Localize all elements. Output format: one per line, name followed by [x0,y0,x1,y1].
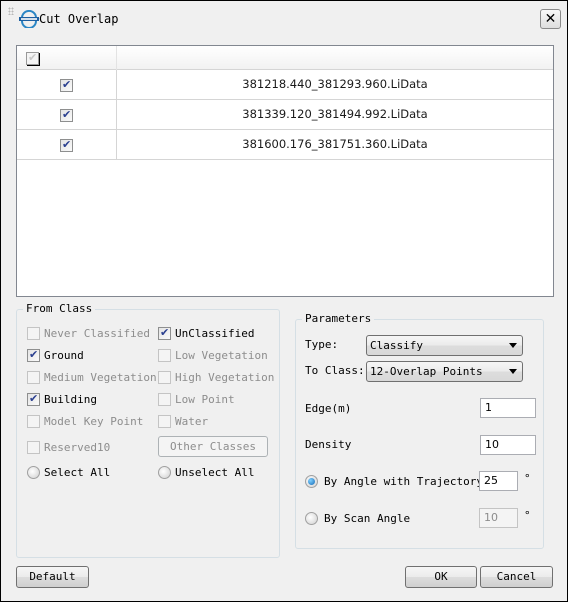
file-checkbox[interactable] [60,78,73,92]
high-vegetation-checkbox[interactable] [158,371,171,384]
water-label: Water [175,415,209,428]
file-name: 381600.176_381751.360.LiData [242,137,428,151]
degree-symbol: ° [524,472,531,485]
dropdown-arrow-icon [509,369,517,374]
file-checkbox[interactable] [60,108,73,122]
drag-grip-icon[interactable] [8,7,14,15]
building-checkbox[interactable] [27,392,40,406]
water-checkbox[interactable] [158,415,171,428]
cancel-button[interactable]: Cancel [480,566,553,588]
to-class-value: 12-Overlap Points [370,365,483,378]
parameters-title: Parameters [302,312,375,325]
file-name: 381339.120_381494.992.LiData [242,107,428,121]
unselect-all-radio[interactable] [158,466,171,479]
reserved10-checkbox[interactable] [27,441,40,454]
ground-checkbox[interactable] [27,348,40,362]
low-vegetation-label: Low Vegetation [175,349,268,362]
reserved10-label: Reserved10 [44,441,111,454]
angle-trajectory-radio[interactable] [305,475,318,488]
scan-angle-input[interactable]: 10 [479,508,518,528]
default-button[interactable]: Default [16,566,89,588]
from-class-group: From Class Never Classified UnClassified… [16,302,280,558]
unclassified-label: UnClassified [175,327,255,340]
other-classes-button[interactable]: Other Classes [158,436,268,457]
unclassified-checkbox[interactable] [158,326,171,340]
never-classified-label: Never Classified [44,327,150,340]
type-select[interactable]: Classify [366,335,523,356]
low-vegetation-checkbox[interactable] [158,349,171,362]
table-header [17,46,553,70]
scan-angle-radio[interactable] [305,512,318,525]
select-all-radio[interactable] [27,466,40,479]
table-row[interactable]: 381600.176_381751.360.LiData [17,130,553,160]
close-icon: ✕ [544,11,557,27]
cut-overlap-dialog: Cut Overlap ✕ 381218.440_381293.960.LiDa… [0,0,568,602]
dropdown-arrow-icon [509,343,517,348]
scan-angle-label: By Scan Angle [324,512,411,525]
ground-label: Ground [44,349,84,362]
file-table: 381218.440_381293.960.LiData 381339.120_… [16,45,554,297]
table-row[interactable]: 381218.440_381293.960.LiData [17,70,553,100]
type-label: Type: [305,338,339,351]
medium-vegetation-label: Medium Vegetation [44,371,157,384]
angle-trajectory-label: By Angle with Trajectory [324,475,483,488]
unselect-all-label: Unselect All [175,466,255,479]
never-classified-checkbox[interactable] [27,327,40,340]
to-class-label: To Class: [305,364,365,377]
degree-symbol: ° [524,509,531,522]
select-all-files-checkbox[interactable] [26,51,39,65]
edge-input[interactable]: 1 [480,398,536,418]
model-key-point-label: Model Key Point [44,415,144,428]
file-name: 381218.440_381293.960.LiData [242,77,428,91]
high-vegetation-label: High Vegetation [175,371,275,384]
close-button[interactable]: ✕ [540,9,561,29]
parameters-group: Parameters Type: Classify To Class: 12-O… [295,312,544,549]
low-point-checkbox[interactable] [158,393,171,406]
building-label: Building [44,393,97,406]
density-input[interactable]: 10 [480,435,536,455]
medium-vegetation-checkbox[interactable] [27,371,40,384]
ok-button[interactable]: OK [405,566,477,588]
edge-label: Edge(m) [305,402,352,415]
from-class-title: From Class [23,302,96,315]
to-class-select[interactable]: 12-Overlap Points [366,361,523,382]
select-all-label: Select All [44,466,111,479]
low-point-label: Low Point [175,393,235,406]
model-key-point-checkbox[interactable] [27,415,40,428]
density-label: Density [305,438,352,451]
table-row[interactable]: 381339.120_381494.992.LiData [17,100,553,130]
window-title: Cut Overlap [39,12,119,26]
column-divider [116,46,117,70]
angle-trajectory-input[interactable]: 25 [479,471,518,491]
lidar-app-logo-icon [19,9,39,29]
type-value: Classify [370,339,423,352]
file-checkbox[interactable] [60,138,73,152]
